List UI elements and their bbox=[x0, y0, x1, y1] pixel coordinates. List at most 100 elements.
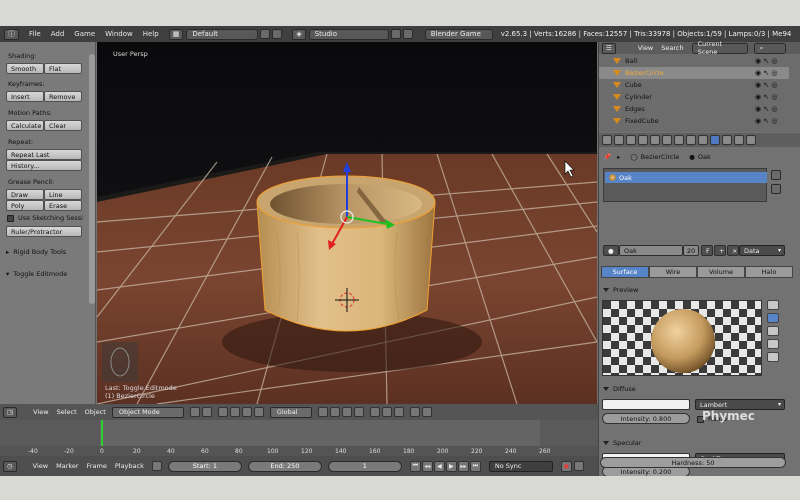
screen-layout-dropdown[interactable]: Default bbox=[186, 28, 259, 40]
repeat-last-button[interactable]: Repeat Last bbox=[6, 149, 82, 160]
remove-scene-icon[interactable] bbox=[402, 29, 413, 39]
unlink-material-icon[interactable]: × bbox=[727, 245, 739, 256]
view-menu[interactable]: View bbox=[33, 408, 48, 416]
next-keyframe-icon[interactable]: ▸▸ bbox=[457, 460, 469, 472]
poly-button[interactable]: Poly bbox=[6, 200, 44, 211]
playback-menu[interactable]: Playback bbox=[115, 462, 144, 470]
outliner-item-ball[interactable]: Ball ◉ ↖ ◎ bbox=[599, 55, 789, 67]
proportional-edit-icon[interactable] bbox=[369, 407, 380, 417]
outliner-item-edges[interactable]: Edges ◉ ↖ ◎ bbox=[599, 103, 789, 115]
preview-panel-header[interactable]: Preview bbox=[603, 286, 638, 294]
layer-buttons-icon[interactable] bbox=[317, 407, 328, 417]
menu-file[interactable]: File bbox=[29, 30, 41, 38]
prev-keyframe-icon[interactable]: ◂◂ bbox=[421, 460, 433, 472]
menu-window[interactable]: Window bbox=[105, 30, 133, 38]
clear-button[interactable]: Clear bbox=[44, 120, 82, 131]
interaction-mode-dropdown[interactable]: Object Mode bbox=[111, 406, 184, 418]
remove-keyframe-button[interactable]: Remove bbox=[44, 91, 82, 102]
jump-start-icon[interactable]: ⏮ bbox=[409, 460, 421, 472]
scene-icon[interactable]: ◈ bbox=[292, 28, 306, 40]
new-material-icon[interactable]: + bbox=[714, 245, 726, 256]
render-engine-dropdown[interactable]: Blender Game bbox=[424, 28, 493, 40]
volume-tab[interactable]: Volume bbox=[697, 266, 745, 278]
shelf-scrollbar[interactable] bbox=[89, 54, 95, 304]
calculate-button[interactable]: Calculate bbox=[6, 120, 44, 131]
outliner-search-input[interactable]: ⌕ bbox=[753, 42, 786, 54]
browse-material-icon[interactable]: ● bbox=[603, 245, 619, 256]
end-frame-field[interactable]: End: 250 bbox=[247, 460, 322, 472]
translate-manipulator-icon[interactable] bbox=[229, 407, 240, 417]
render-preview-icon[interactable] bbox=[409, 407, 420, 417]
diffuse-color-swatch[interactable] bbox=[602, 399, 690, 410]
marker-menu[interactable]: Marker bbox=[56, 462, 78, 470]
smooth-button[interactable]: Smooth bbox=[6, 63, 44, 74]
halo-tab[interactable]: Halo bbox=[745, 266, 793, 278]
viewport-type-icon[interactable]: ◳ bbox=[3, 406, 18, 418]
rotate-manipulator-icon[interactable] bbox=[241, 407, 252, 417]
preview-monkey-icon[interactable] bbox=[767, 339, 779, 349]
start-frame-field[interactable]: Start: 1 bbox=[167, 460, 242, 472]
visibility-icons[interactable]: ◉ ↖ ◎ bbox=[755, 69, 778, 77]
history-button[interactable]: History... bbox=[6, 160, 82, 171]
jump-end-icon[interactable]: ⏭ bbox=[469, 460, 481, 472]
preview-range-icon[interactable] bbox=[151, 461, 162, 471]
visibility-icons[interactable]: ◉ ↖ ◎ bbox=[755, 93, 778, 101]
outliner-filter-dropdown[interactable]: Current Scene bbox=[691, 40, 748, 56]
layer-buttons-icon[interactable] bbox=[341, 407, 352, 417]
visibility-icons[interactable]: ◉ ↖ ◎ bbox=[755, 81, 778, 89]
render-tab-icon[interactable] bbox=[602, 135, 612, 145]
material-name-field[interactable]: Oak bbox=[619, 245, 683, 256]
remove-screen-icon[interactable] bbox=[272, 29, 283, 39]
diffuse-panel-header[interactable]: Diffuse bbox=[603, 385, 636, 393]
material-link-dropdown[interactable]: Data bbox=[739, 245, 785, 256]
keying-set-icon[interactable] bbox=[573, 461, 584, 471]
sync-mode-dropdown[interactable]: No Sync bbox=[488, 460, 553, 472]
layer-buttons-icon[interactable] bbox=[329, 407, 340, 417]
world-tab-icon[interactable] bbox=[638, 135, 648, 145]
toggle-editmode-panel-header[interactable]: ▾ Toggle Editmode bbox=[6, 270, 67, 278]
frame-menu[interactable]: Frame bbox=[87, 462, 107, 470]
material-slot-list[interactable]: Oak bbox=[603, 168, 767, 202]
visibility-icons[interactable]: ◉ ↖ ◎ bbox=[755, 117, 778, 125]
outliner-item-cylinder[interactable]: Cylinder ◉ ↖ ◎ bbox=[599, 91, 789, 103]
material-tab-icon[interactable] bbox=[710, 135, 720, 145]
wire-tab[interactable]: Wire bbox=[649, 266, 697, 278]
play-reverse-icon[interactable]: ◀ bbox=[433, 460, 445, 472]
3d-viewport[interactable]: User Persp Last: Toggle Editmode (1) Bez… bbox=[97, 42, 597, 404]
snap-icon[interactable] bbox=[381, 407, 392, 417]
preview-sphere-icon[interactable] bbox=[767, 313, 779, 323]
object-menu[interactable]: Object bbox=[85, 408, 106, 416]
object-tab-icon[interactable] bbox=[650, 135, 660, 145]
screen-layout-icon[interactable]: ▦ bbox=[168, 28, 184, 40]
scene-tab-icon[interactable] bbox=[626, 135, 636, 145]
add-slot-icon[interactable] bbox=[771, 170, 781, 180]
modifiers-tab-icon[interactable] bbox=[674, 135, 684, 145]
visibility-icons[interactable]: ◉ ↖ ◎ bbox=[755, 105, 778, 113]
pivot-point-icon[interactable] bbox=[201, 407, 212, 417]
add-screen-icon[interactable] bbox=[260, 29, 271, 39]
material-users-count[interactable]: 20 bbox=[683, 245, 699, 256]
outliner-view-menu[interactable]: View bbox=[638, 44, 653, 52]
outliner-item-beziercircle[interactable]: BezierCircle ◉ ↖ ◎ bbox=[599, 67, 789, 79]
current-frame-field[interactable]: 1 bbox=[327, 460, 402, 472]
checkbox-box[interactable] bbox=[7, 214, 14, 222]
visibility-icons[interactable]: ◉ ↖ ◎ bbox=[755, 57, 778, 65]
add-scene-icon[interactable] bbox=[390, 29, 401, 39]
scene-dropdown[interactable]: Studio bbox=[308, 28, 389, 40]
constraints-tab-icon[interactable] bbox=[662, 135, 672, 145]
layer-buttons-icon[interactable] bbox=[353, 407, 364, 417]
draw-button[interactable]: Draw bbox=[6, 189, 44, 200]
editor-type-icon[interactable]: ⓘ bbox=[4, 28, 19, 40]
flat-button[interactable]: Flat bbox=[44, 63, 82, 74]
preview-flat-icon[interactable] bbox=[767, 300, 779, 310]
bone-tab-icon[interactable] bbox=[698, 135, 708, 145]
particles-tab-icon[interactable] bbox=[734, 135, 744, 145]
viewport-shading-icon[interactable] bbox=[189, 407, 200, 417]
timeline-view-menu[interactable]: View bbox=[33, 462, 48, 470]
preview-hair-icon[interactable] bbox=[767, 352, 779, 362]
insert-keyframe-button[interactable]: Insert bbox=[6, 91, 44, 102]
material-slot-item[interactable]: Oak bbox=[605, 172, 767, 183]
play-icon[interactable]: ▶ bbox=[445, 460, 457, 472]
texture-tab-icon[interactable] bbox=[722, 135, 732, 145]
ruler-button[interactable]: Ruler/Protractor bbox=[6, 226, 82, 237]
